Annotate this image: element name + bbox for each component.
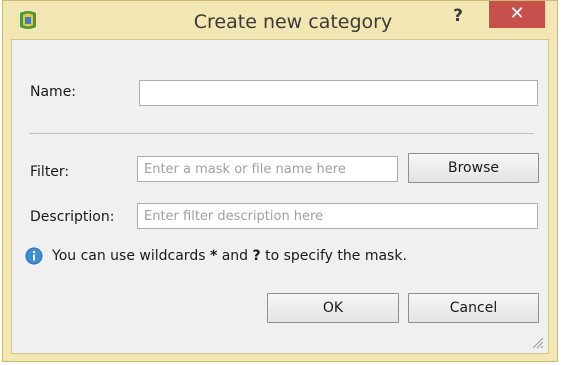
wildcard-question: ? [252, 248, 261, 264]
dialog-client-area: Name: Filter: Browse Description: You ca… [11, 39, 549, 354]
window-title: Create new category [193, 11, 393, 33]
filter-label: Filter: [30, 164, 70, 180]
dialog-window: Create new category ? ✕ Name: Filter: Br… [2, 0, 558, 362]
resize-grip-icon[interactable] [530, 335, 544, 349]
help-button[interactable]: ? [446, 5, 470, 29]
info-message: You can use wildcards * and ? to specify… [52, 248, 407, 264]
filter-input[interactable] [137, 156, 398, 182]
name-input[interactable] [139, 80, 538, 106]
description-input[interactable] [137, 203, 538, 229]
app-icon [17, 9, 39, 31]
ok-button[interactable]: OK [267, 293, 399, 323]
close-button[interactable]: ✕ [489, 1, 545, 28]
title-bar[interactable]: Create new category ? ✕ [3, 1, 557, 39]
info-text-before: You can use wildcards [52, 248, 210, 264]
info-text-and: and [217, 248, 253, 264]
info-text-after: to specify the mask. [260, 248, 407, 264]
description-label: Description: [30, 209, 115, 225]
info-icon [25, 247, 43, 265]
separator [29, 133, 534, 134]
browse-button[interactable]: Browse [408, 153, 539, 183]
cancel-button[interactable]: Cancel [408, 293, 539, 323]
name-label: Name: [30, 84, 77, 100]
